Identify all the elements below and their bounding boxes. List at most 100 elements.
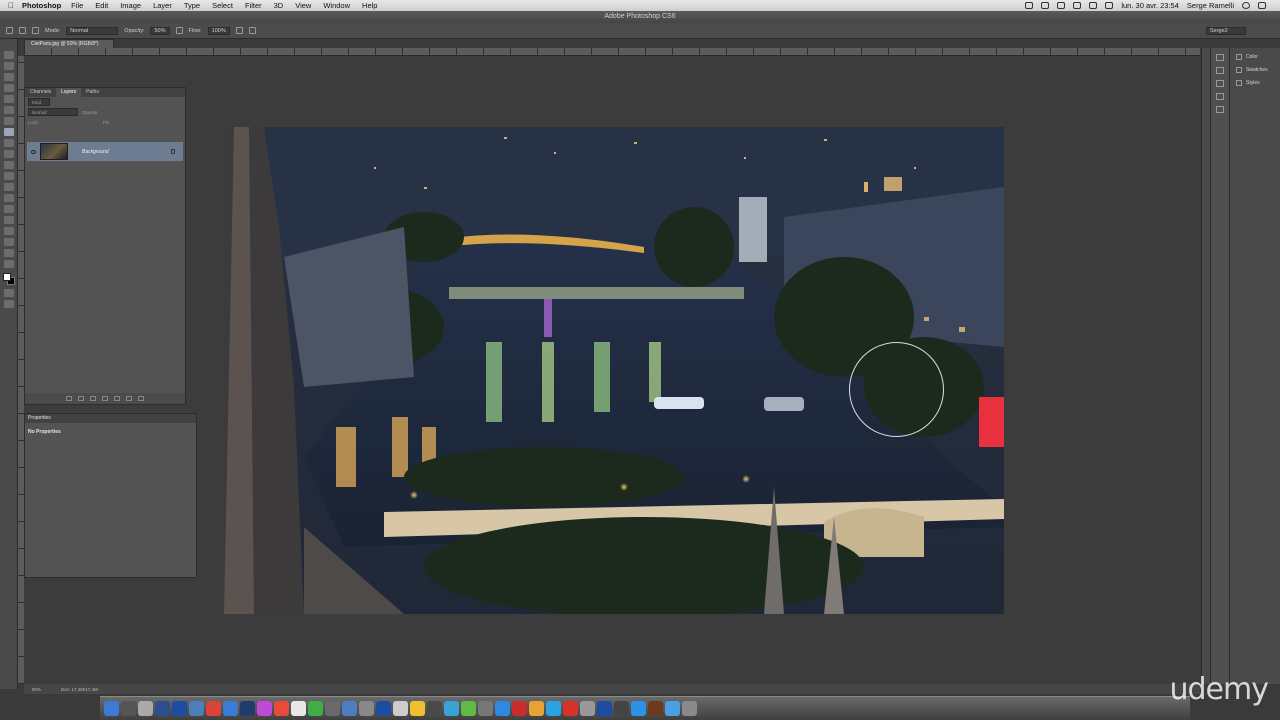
history-brush-tool-icon[interactable]	[3, 150, 14, 158]
move-tool-icon[interactable]	[3, 51, 14, 59]
new-group-icon[interactable]	[114, 396, 120, 401]
foreground-color-swatch[interactable]	[3, 273, 11, 281]
menu-help[interactable]: Help	[362, 1, 377, 10]
menu-edit[interactable]: Edit	[95, 1, 108, 10]
finder-icon[interactable]	[104, 701, 119, 716]
app-icon[interactable]	[359, 701, 374, 716]
clone-stamp-tool-icon[interactable]	[3, 139, 14, 147]
path-select-tool-icon[interactable]	[3, 227, 14, 235]
app-icon[interactable]	[393, 701, 408, 716]
bridge-icon[interactable]	[648, 701, 663, 716]
tools-panel-grip[interactable]	[0, 39, 17, 49]
workspace-switcher[interactable]: Serge2	[1206, 27, 1246, 35]
app-icon[interactable]	[614, 701, 629, 716]
app-icon[interactable]	[495, 701, 510, 716]
eye-icon[interactable]	[31, 149, 36, 154]
crop-tool-icon[interactable]	[3, 95, 14, 103]
app-icon[interactable]	[325, 701, 340, 716]
brush-panel-toggle-icon[interactable]	[32, 27, 39, 34]
app-icon[interactable]	[155, 701, 170, 716]
marquee-tool-icon[interactable]	[3, 62, 14, 70]
dock-item-color[interactable]: Color	[1236, 54, 1258, 60]
menu-image[interactable]: Image	[120, 1, 141, 10]
adjustment-layer-icon[interactable]	[102, 396, 108, 401]
menu-file[interactable]: File	[71, 1, 83, 10]
spotlight-icon[interactable]	[1242, 2, 1250, 9]
brush-tool-icon[interactable]	[6, 27, 13, 34]
layer-blend-mode[interactable]: Normal	[28, 108, 78, 116]
eyedropper-tool-icon[interactable]	[3, 106, 14, 114]
menu-filter[interactable]: Filter	[245, 1, 262, 10]
shape-tool-icon[interactable]	[3, 238, 14, 246]
app-icon[interactable]	[461, 701, 476, 716]
paragraph-panel-icon[interactable]	[1216, 106, 1224, 113]
apple-icon[interactable]: 	[0, 1, 22, 10]
volume-icon[interactable]	[1057, 2, 1066, 9]
menu-3d[interactable]: 3D	[274, 1, 284, 10]
layer-kind-filter[interactable]: Kind	[28, 98, 50, 106]
menubar-user[interactable]: Serge Ramelli	[1187, 1, 1234, 10]
skype-icon[interactable]	[631, 701, 646, 716]
menubar-datetime[interactable]: lun. 30 avr. 23:54	[1121, 1, 1179, 10]
layer-name[interactable]: Background	[82, 149, 109, 155]
app-icon[interactable]	[427, 701, 442, 716]
app-icon[interactable]	[529, 701, 544, 716]
brush-panel-icon[interactable]	[1216, 93, 1224, 100]
pen-tool-icon[interactable]	[3, 205, 14, 213]
menu-select[interactable]: Select	[212, 1, 233, 10]
brush-tool-icon-active[interactable]	[3, 128, 14, 136]
screen-icon[interactable]	[1025, 2, 1034, 9]
airbrush-icon[interactable]	[235, 27, 243, 34]
properties-panel-title[interactable]: Properties	[25, 414, 196, 423]
time-machine-icon[interactable]	[1073, 2, 1082, 9]
app-icon[interactable]	[512, 701, 527, 716]
photoshop-icon[interactable]	[597, 701, 612, 716]
system-preferences-icon[interactable]	[138, 701, 153, 716]
app-icon[interactable]	[223, 701, 238, 716]
dock-item-swatches[interactable]: Swatches	[1236, 67, 1268, 73]
new-layer-icon[interactable]	[126, 396, 132, 401]
chrome-icon[interactable]	[206, 701, 221, 716]
filezilla-icon[interactable]	[563, 701, 578, 716]
app-icon[interactable]	[274, 701, 289, 716]
history-panel-icon[interactable]	[1216, 54, 1224, 61]
color-swatches[interactable]	[0, 271, 17, 287]
quick-mask-icon[interactable]	[3, 289, 14, 297]
delete-layer-icon[interactable]	[138, 396, 144, 401]
screen-mode-icon[interactable]	[3, 300, 14, 308]
zoom-level[interactable]: 50%	[32, 687, 41, 692]
brush-preset-picker[interactable]	[19, 27, 26, 34]
app-icon[interactable]	[546, 701, 561, 716]
layer-thumbnail[interactable]	[40, 143, 68, 160]
lasso-tool-icon[interactable]	[3, 73, 14, 81]
notification-center-icon[interactable]	[1258, 2, 1266, 9]
info-panel-icon[interactable]	[1216, 80, 1224, 87]
app-icon[interactable]	[291, 701, 306, 716]
gradient-tool-icon[interactable]	[3, 172, 14, 180]
zoom-tool-icon[interactable]	[3, 260, 14, 268]
trash-icon[interactable]	[682, 701, 697, 716]
downloads-stack-icon[interactable]	[665, 701, 680, 716]
tab-paths[interactable]: Paths	[81, 88, 104, 97]
tab-layers[interactable]: Layers	[56, 88, 82, 97]
photoshop-icon[interactable]	[376, 701, 391, 716]
app-icon[interactable]	[410, 701, 425, 716]
opacity-field[interactable]: 50%	[150, 26, 170, 35]
quick-select-tool-icon[interactable]	[3, 84, 14, 92]
menu-layer[interactable]: Layer	[153, 1, 172, 10]
blur-tool-icon[interactable]	[3, 183, 14, 191]
ruler-horizontal[interactable]	[24, 48, 1200, 56]
lightroom-icon[interactable]	[240, 701, 255, 716]
menu-window[interactable]: Window	[323, 1, 350, 10]
pressure-size-icon[interactable]	[248, 27, 256, 34]
menu-type[interactable]: Type	[184, 1, 200, 10]
app-icon[interactable]	[257, 701, 272, 716]
menu-app-name[interactable]: Photoshop	[22, 1, 61, 10]
actions-panel-icon[interactable]	[1216, 67, 1224, 74]
eraser-tool-icon[interactable]	[3, 161, 14, 169]
mode-select[interactable]: Normal	[66, 26, 119, 35]
healing-tool-icon[interactable]	[3, 117, 14, 125]
battery-icon[interactable]	[1105, 2, 1114, 9]
wifi-icon[interactable]	[1089, 2, 1098, 9]
tab-channels[interactable]: Channels	[25, 88, 56, 97]
